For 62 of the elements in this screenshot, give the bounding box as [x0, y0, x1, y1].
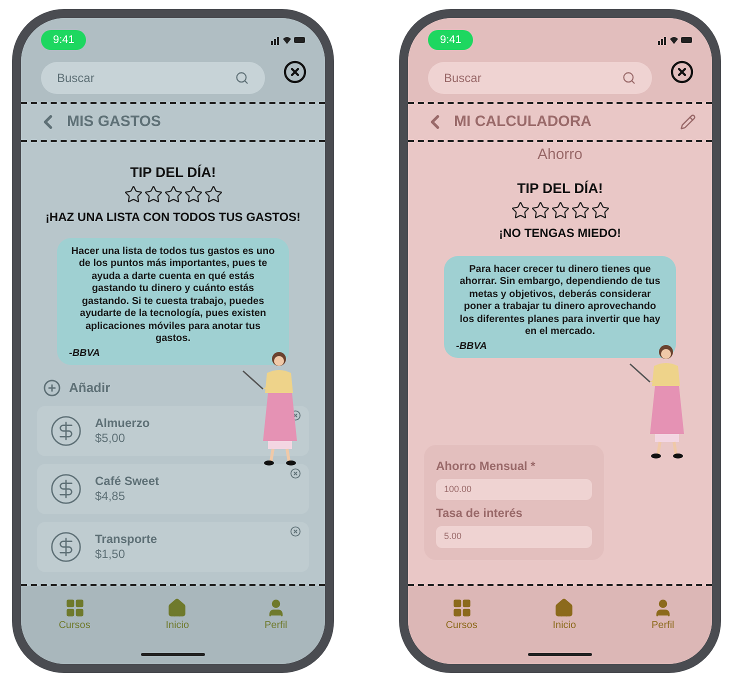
close-icon[interactable]	[283, 60, 307, 84]
add-label[interactable]: Añadir	[69, 378, 110, 398]
close-icon[interactable]	[670, 60, 694, 84]
search-field[interactable]: Buscar	[428, 62, 652, 94]
tip-headline: ¡NO TENGAS MIEDO!	[499, 224, 621, 242]
input-field[interactable]: 100.00	[436, 478, 592, 500]
tip-title: TIP DEL DÍA!	[130, 162, 216, 182]
remove-icon[interactable]	[290, 526, 301, 536]
star-icon[interactable]	[144, 184, 162, 204]
status-time: 9:41	[428, 30, 474, 50]
expense-name: Transporte	[95, 532, 158, 546]
status-icons	[658, 34, 692, 45]
search-field[interactable]: Buscar	[41, 62, 265, 94]
expense-amount: $5,00	[95, 430, 126, 446]
star-icon[interactable]	[510, 200, 530, 220]
nav-item[interactable]: Perfil	[264, 598, 288, 664]
expense-row[interactable]: Almuerzo $5,00	[37, 406, 309, 456]
expense-row[interactable]: Transporte $1,50	[37, 522, 309, 572]
page-title: MIS GASTOS	[67, 112, 161, 132]
nav-item[interactable]: Cursos	[58, 598, 90, 664]
dollar-icon	[49, 530, 83, 564]
tip-title: TIP DEL DÍA!	[517, 178, 603, 198]
search-icon	[235, 71, 249, 85]
house-icon	[167, 598, 188, 618]
field-label: Tasa de interés	[436, 505, 524, 522]
star-icon[interactable]	[204, 184, 222, 204]
search-icon	[622, 71, 636, 85]
tip-source: -BBVA	[456, 340, 488, 354]
tip-headline: ¡HAZ UNA LISTA CON TODOS TUS GASTOS!	[45, 208, 301, 226]
remove-icon[interactable]	[290, 468, 301, 478]
nav-item[interactable]: Cursos	[446, 598, 478, 664]
status-time: 9:41	[41, 30, 86, 50]
add-icon[interactable]	[43, 378, 61, 397]
nav-item[interactable]: Inicio	[552, 598, 576, 664]
star-icon[interactable]	[184, 184, 202, 204]
tip-text: Para hacer crecer tu dinero tienes que ahorrar. Sin embargo, dependiendo de tus metas y objetivos, deberás considerar poner a trabajar tu dinero aprovechando los diferentes planes para invertir que hay en el mercado.	[458, 264, 662, 338]
expense-name: Almuerzo	[95, 416, 150, 430]
input-field[interactable]: 5.00	[436, 526, 592, 548]
field-label: Ahorro Mensual *	[436, 458, 536, 474]
star-icon[interactable]	[530, 200, 550, 220]
section-title: Ahorro	[537, 146, 583, 163]
page-title: MI CALCULADORA	[454, 112, 592, 132]
pencil-icon[interactable]	[680, 114, 696, 130]
expense-name: Café Sweet	[95, 474, 160, 488]
star-icon[interactable]	[590, 200, 610, 220]
star-icon[interactable]	[124, 184, 142, 204]
tip-source: -BBVA	[69, 346, 101, 360]
grid-icon	[452, 598, 472, 618]
expense-row[interactable]: Café Sweet $4,85	[37, 464, 309, 514]
expense-amount: $1,50	[95, 546, 126, 562]
grid-icon	[64, 598, 85, 618]
star-icon[interactable]	[570, 200, 590, 220]
house-icon	[554, 598, 574, 618]
star-icon[interactable]	[164, 184, 182, 204]
star-icon[interactable]	[550, 200, 570, 220]
nav-item[interactable]: Inicio	[166, 598, 190, 664]
status-icons	[271, 34, 305, 45]
expense-amount: $4,85	[95, 488, 126, 504]
dollar-icon	[49, 414, 83, 448]
nav-item[interactable]: Perfil	[651, 598, 674, 664]
tip-text: Hacer una lista de todos tus gastos es uno de los puntos más importantes, pues te ayuda a darte cuenta en qué estás gastando tu dinero y cuánto estás gastando. Si te cuesta trabajo, puedes ayudarte de la tecnología, pues existen aplicaciones móviles para anotar tus gastos.	[70, 246, 276, 346]
dollar-icon	[49, 472, 83, 506]
